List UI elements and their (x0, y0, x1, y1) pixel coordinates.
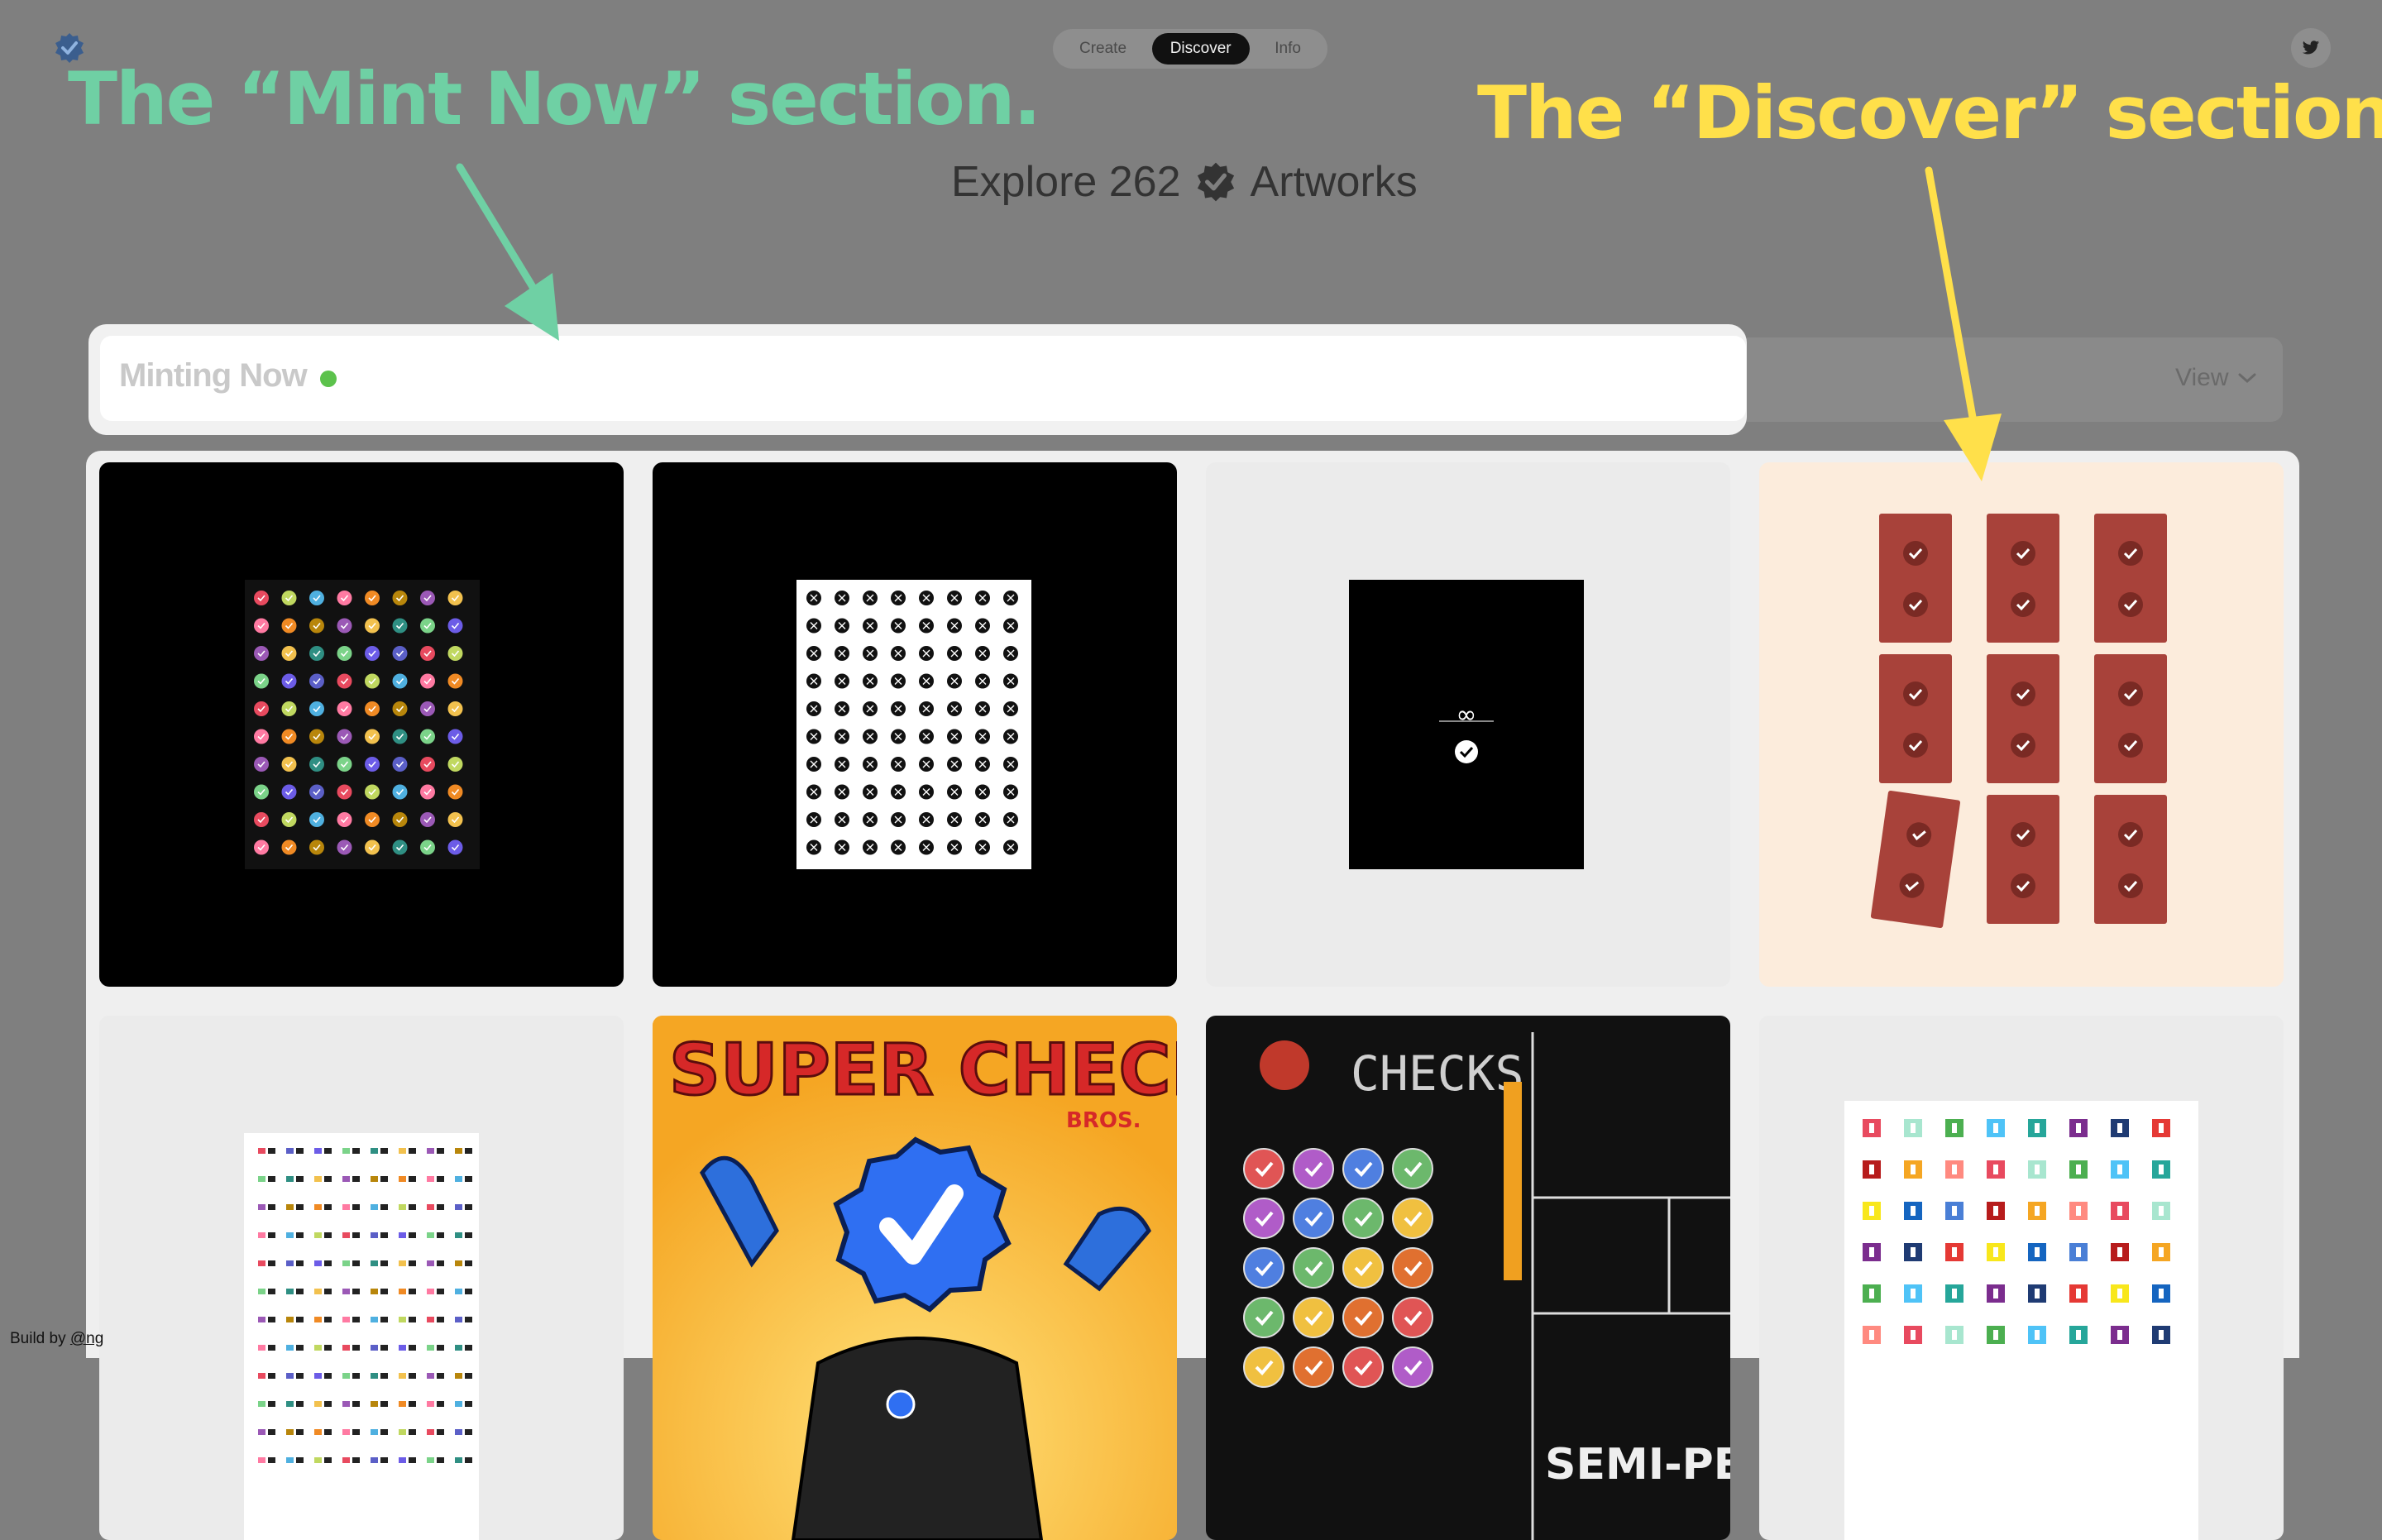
arrow-mint-now (456, 163, 559, 341)
live-status-dot (320, 371, 337, 387)
main-nav: Create Discover Info (1053, 29, 1327, 69)
twitter-link[interactable] (2291, 28, 2331, 68)
annotation-discover: The “Discover” section. (1477, 70, 2382, 155)
artwork-card[interactable]: ∞ (1206, 462, 1730, 987)
view-label: View (2175, 364, 2229, 391)
annotation-mint-now: The “Mint Now” section. (68, 56, 1041, 141)
credit-handle-link[interactable]: @ng (70, 1330, 103, 1347)
artwork-subtitle-text: BROS. (1066, 1108, 1141, 1133)
artwork-card[interactable] (653, 462, 1177, 987)
artwork-title-text: CHECKS (1351, 1045, 1524, 1102)
artwork-card[interactable]: CHECKS SEMI-PERFECT (1206, 1016, 1730, 1540)
view-dropdown[interactable]: View (2175, 364, 2256, 392)
arrow-discover (1925, 166, 2002, 481)
explore-title: Explore 262 Artworks (951, 153, 1418, 211)
twitter-bird-icon (2302, 41, 2320, 55)
explore-count: Explore 262 (951, 158, 1181, 206)
tab-create[interactable]: Create (1061, 33, 1145, 65)
verified-check-icon (1197, 162, 1234, 202)
credit-footer: Build by @ng (10, 1330, 103, 1348)
credit-prefix: Build by (10, 1330, 70, 1347)
artwork-card[interactable] (99, 1016, 624, 1540)
artwork-card[interactable]: SUPER CHECK BROS. (653, 1016, 1177, 1540)
artwork-grid: ∞ SUPER CHECK BROS. CHECKS SEMI-PE (86, 451, 2299, 1540)
artwork-card[interactable] (1759, 1016, 2284, 1540)
tab-discover[interactable]: Discover (1151, 33, 1250, 65)
minting-now-bar[interactable] (100, 336, 1746, 421)
explore-suffix: Artworks (1250, 158, 1418, 206)
svg-text:∞: ∞ (1456, 701, 1477, 729)
tab-info[interactable]: Info (1256, 33, 1319, 65)
artwork-title-text: SUPER CHECK (669, 1029, 1177, 1112)
minting-now-label: Minting Now (119, 357, 308, 394)
chevron-down-icon (2238, 373, 2256, 384)
artwork-subtitle-text: SEMI-PERFECT (1545, 1440, 1730, 1490)
artwork-card[interactable] (1759, 462, 2284, 987)
artwork-card[interactable] (99, 462, 624, 987)
